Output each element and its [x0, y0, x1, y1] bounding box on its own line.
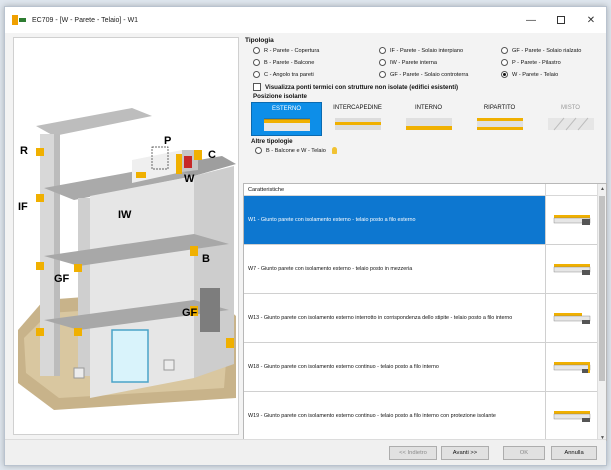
joint-icon [553, 313, 591, 324]
maximize-button[interactable] [546, 7, 576, 33]
characteristics-list: Caratteristiche W1 - Giunto parete con i… [243, 183, 607, 441]
radio-button[interactable] [379, 47, 386, 54]
tipologia-title: Tipologia [245, 37, 274, 44]
list-item[interactable]: W19 - Giunto parete con isolamento ester… [244, 392, 606, 440]
label-gf-1: GF [54, 273, 70, 285]
label-r: R [20, 145, 28, 157]
radio-button[interactable] [501, 59, 508, 66]
label-c: C [208, 149, 216, 161]
existing-buildings-checkbox[interactable] [253, 83, 261, 91]
list-item[interactable]: W7 - Giunto parete con isolamento estern… [244, 245, 606, 294]
esterno-icon [263, 118, 310, 131]
radio-gf-rialzato[interactable]: GF - Parete - Solaio rialzato [501, 47, 611, 54]
label-p: P [164, 135, 171, 147]
interno-icon [405, 118, 452, 130]
tipologia-radio-group: R - Parete - Copertura IF - Parete - Sol… [253, 47, 607, 78]
title-bar: EC709 - [W - Parete - Telaio] - W1 — ✕ [5, 7, 606, 33]
radio-p[interactable]: P - Parete - Pilastro [501, 59, 611, 66]
posizione-misto: MISTO [535, 102, 606, 136]
radio-gf-controterra[interactable]: GF - Parete - Solaio controterra [379, 71, 501, 78]
label-gf-2: GF [182, 307, 198, 319]
ripartito-icon [476, 118, 523, 130]
misto-icon [547, 117, 594, 131]
building-illustration: R P C W IF IW B GF GF [13, 37, 239, 435]
radio-button[interactable] [253, 59, 260, 66]
dialog-window: EC709 - [W - Parete - Telaio] - W1 — ✕ R… [4, 6, 607, 466]
close-button[interactable]: ✕ [576, 7, 606, 33]
radio-button[interactable] [253, 71, 260, 78]
list-item[interactable]: W1 - Giunto parete con isolamento estern… [244, 196, 606, 245]
options-panel: Tipologia R - Parete - Copertura IF - Pa… [243, 37, 607, 154]
next-button[interactable]: Avanti >> [441, 446, 489, 460]
altre-option[interactable]: B - Balcone e W - Telaio [255, 147, 607, 154]
radio-b[interactable]: B - Parete - Balcone [253, 59, 379, 66]
lightbulb-icon [331, 147, 337, 154]
radio-button[interactable] [253, 47, 260, 54]
list-header-label: Caratteristiche [244, 184, 546, 195]
window-title: EC709 - [W - Parete - Telaio] - W1 [32, 16, 139, 24]
posizione-title: Posizione isolante [253, 93, 307, 100]
intercapedine-icon [334, 118, 381, 130]
radio-c[interactable]: C - Angolo tra pareti [253, 71, 379, 78]
altre-title: Altre tipologie [251, 138, 293, 145]
existing-buildings-checkbox-row[interactable]: Visualizza ponti termici con strutture n… [253, 83, 607, 91]
joint-icon [553, 215, 591, 225]
posizione-interno[interactable]: INTERNO [393, 102, 464, 136]
radio-w[interactable]: W - Parete - Telaio [501, 71, 611, 78]
back-button[interactable]: << Indietro [389, 446, 437, 460]
label-b: B [202, 253, 210, 265]
radio-button[interactable] [379, 71, 386, 78]
scroll-thumb[interactable] [599, 196, 605, 381]
dialog-footer: << Indietro Avanti >> OK Annulla [5, 439, 606, 465]
posizione-ripartito[interactable]: RIPARTITO [464, 102, 535, 136]
posizione-esterno[interactable]: ESTERNO [251, 102, 322, 136]
radio-iw[interactable]: IW - Parete interna [379, 59, 501, 66]
radio-if[interactable]: IF - Parete - Solaio interpiano [379, 47, 501, 54]
radio-button[interactable] [501, 47, 508, 54]
joint-icon [553, 362, 591, 373]
radio-button[interactable] [255, 147, 262, 154]
label-iw: IW [118, 209, 132, 221]
cancel-button[interactable]: Annulla [551, 446, 597, 460]
radio-r[interactable]: R - Parete - Copertura [253, 47, 379, 54]
list-scrollbar[interactable]: ▲ ▼ [597, 184, 606, 440]
list-item[interactable]: W18 - Giunto parete con isolamento ester… [244, 343, 606, 392]
radio-button[interactable] [379, 59, 386, 66]
joint-icon [553, 264, 591, 275]
list-item[interactable]: W13 - Giunto parete con isolamento ester… [244, 294, 606, 343]
posizione-intercapedine[interactable]: INTERCAPEDINE [322, 102, 393, 136]
label-if: IF [18, 201, 28, 213]
app-icon [12, 15, 26, 25]
label-w: W [184, 173, 195, 185]
joint-icon [553, 411, 591, 422]
radio-button-selected[interactable] [501, 71, 508, 78]
posizione-options: ESTERNO INTERCAPEDINE INTERNO RIPARTITO … [251, 102, 607, 136]
minimize-button[interactable]: — [516, 7, 546, 33]
list-header: Caratteristiche [244, 184, 606, 196]
building-drawing: R P C W IF IW B GF GF [18, 108, 236, 410]
scroll-up-icon[interactable]: ▲ [598, 184, 606, 193]
ok-button[interactable]: OK [503, 446, 545, 460]
